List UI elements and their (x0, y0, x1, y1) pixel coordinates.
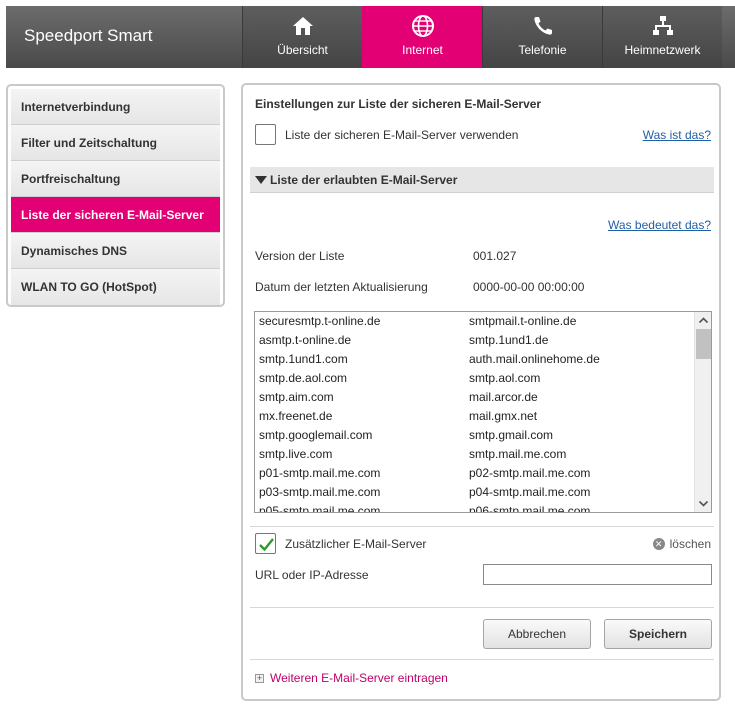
server-entry: mail.arcor.de (469, 390, 538, 404)
home-icon (243, 14, 362, 38)
plus-icon: + (255, 672, 264, 683)
cancel-button[interactable]: Abbrechen (483, 619, 591, 649)
server-entry: smtp.de.aol.com (259, 371, 348, 385)
server-entry: p06-smtp.mail.me.com (469, 504, 591, 513)
server-entry: mail.gmx.net (469, 409, 538, 423)
main-nav: Übersicht Internet Telefonie Heimnetzwer… (242, 6, 722, 68)
server-list[interactable]: securesmtp.t-online.de smtpmail.t-online.… (254, 311, 712, 513)
sidebar-item-email-server[interactable]: Liste der sicheren E-Mail-Server (11, 197, 220, 233)
server-entry: smtp.gmail.com (469, 428, 554, 442)
delete-x-icon: ✕ (652, 538, 665, 550)
sidebar-item-dns[interactable]: Dynamisches DNS (11, 233, 220, 269)
server-entry: p01-smtp.mail.me.com (259, 466, 381, 480)
scroll-down-icon[interactable] (695, 495, 711, 512)
sidebar: Internetverbindung Filter und Zeitschalt… (6, 84, 225, 307)
add-more-label: Weiteren E-Mail-Server eintragen (270, 671, 448, 685)
divider (250, 607, 714, 608)
server-entry: smtp.mail.me.com (469, 447, 567, 461)
server-entry: mx.freenet.de (259, 409, 333, 423)
list-item: smtp.googlemail.com smtp.gmail.com (255, 426, 711, 445)
add-more-server-link[interactable]: + Weiteren E-Mail-Server eintragen (255, 671, 448, 685)
list-item: mx.freenet.de mail.gmx.net (255, 407, 711, 426)
list-item: p05-smtp.mail.me.com p06-smtp.mail.me.com (255, 502, 711, 513)
main-panel: Einstellungen zur Liste der sicheren E-M… (241, 83, 721, 701)
scroll-up-icon[interactable] (695, 312, 711, 329)
list-item: smtp.live.com smtp.mail.me.com (255, 445, 711, 464)
server-entry: smtpmail.t-online.de (469, 314, 577, 328)
tab-internet[interactable]: Internet (362, 6, 482, 68)
server-entry: securesmtp.t-online.de (259, 314, 381, 328)
date-value: 0000-00-00 00:00:00 (473, 280, 585, 294)
server-entry: auth.mail.onlinehome.de (469, 352, 600, 366)
accordion-title: Liste der erlaubten E-Mail-Server (270, 173, 458, 187)
top-header: Speedport Smart Übersicht Internet Telef… (6, 6, 735, 68)
extra-server-checkbox[interactable] (255, 533, 276, 554)
tab-heimnetzwerk[interactable]: Heimnetzwerk (602, 6, 722, 68)
section-title: Einstellungen zur Liste der sicheren E-M… (255, 97, 542, 111)
server-entry: p02-smtp.mail.me.com (469, 466, 591, 480)
list-item: smtp.de.aol.com smtp.aol.com (255, 369, 711, 388)
delete-label: löschen (669, 537, 711, 551)
tab-label: Telefonie (518, 43, 567, 57)
sidebar-item-portfreischaltung[interactable]: Portfreischaltung (11, 161, 220, 197)
delete-button[interactable]: ✕ löschen (652, 537, 711, 551)
accordion-header[interactable]: Liste der erlaubten E-Mail-Server (250, 167, 714, 193)
list-item: smtp.1und1.com auth.mail.onlinehome.de (255, 350, 711, 369)
tab-label: Übersicht (277, 43, 328, 57)
divider (250, 659, 714, 660)
tab-uebersicht[interactable]: Übersicht (242, 6, 362, 68)
tab-label: Heimnetzwerk (624, 43, 701, 57)
sidebar-item-filter[interactable]: Filter und Zeitschaltung (11, 125, 220, 161)
server-entry: smtp.aim.com (259, 390, 334, 404)
tab-label: Internet (402, 43, 443, 57)
list-item: p01-smtp.mail.me.com p02-smtp.mail.me.com (255, 464, 711, 483)
url-input[interactable] (483, 564, 712, 585)
server-entry: asmtp.t-online.de (259, 333, 352, 347)
list-item: securesmtp.t-online.de smtpmail.t-online.… (255, 312, 711, 331)
list-item: smtp.aim.com mail.arcor.de (255, 388, 711, 407)
phone-icon (483, 14, 602, 38)
url-label: URL oder IP-Adresse (255, 568, 369, 582)
sidebar-item-internetverbindung[interactable]: Internetverbindung (11, 89, 220, 125)
server-entry: p03-smtp.mail.me.com (259, 485, 381, 499)
brand-title: Speedport Smart (24, 26, 153, 45)
list-item: p03-smtp.mail.me.com p04-smtp.mail.me.com (255, 483, 711, 502)
meaning-link[interactable]: Was bedeutet das? (608, 218, 711, 232)
date-label: Datum der letzten Aktualisierung (255, 280, 428, 294)
server-entry: smtp.live.com (259, 447, 333, 461)
scrollbar[interactable] (694, 312, 711, 512)
checkmark-icon (259, 538, 274, 552)
server-entry: smtp.googlemail.com (259, 428, 373, 442)
server-entry: p04-smtp.mail.me.com (469, 485, 591, 499)
version-value: 001.027 (473, 249, 517, 263)
scroll-thumb[interactable] (696, 329, 711, 359)
extra-server-label: Zusätzlicher E-Mail-Server (285, 537, 427, 551)
sidebar-item-wlan-to-go[interactable]: WLAN TO GO (HotSpot) (11, 269, 220, 305)
server-entry: smtp.1und1.com (259, 352, 348, 366)
use-list-label: Liste der sicheren E-Mail-Server verwend… (285, 128, 519, 142)
list-item: asmtp.t-online.de smtp.1und1.de (255, 331, 711, 350)
version-label: Version der Liste (255, 249, 345, 263)
tab-telefonie[interactable]: Telefonie (482, 6, 602, 68)
divider (250, 526, 714, 527)
triangle-down-icon (255, 176, 267, 184)
globe-icon (363, 14, 482, 38)
save-button[interactable]: Speichern (604, 619, 712, 649)
help-link[interactable]: Was ist das? (643, 128, 711, 142)
server-entry: smtp.aol.com (469, 371, 541, 385)
server-entry: p05-smtp.mail.me.com (259, 504, 381, 513)
server-entry: smtp.1und1.de (469, 333, 549, 347)
network-icon (603, 14, 722, 38)
server-list-rows: securesmtp.t-online.de smtpmail.t-online.… (255, 312, 711, 513)
use-list-checkbox[interactable] (255, 124, 276, 145)
